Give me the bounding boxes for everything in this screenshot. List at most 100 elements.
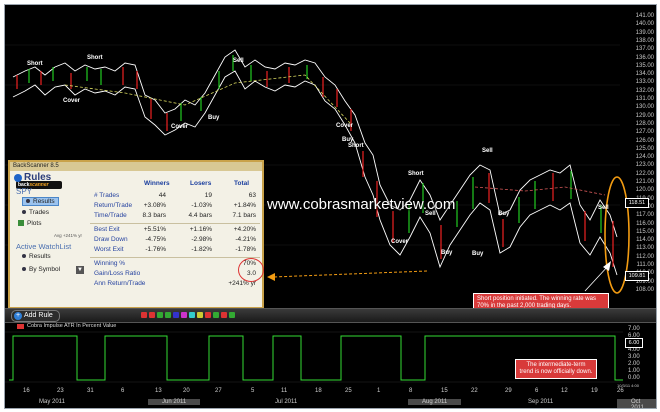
stats-cell: 44 bbox=[158, 192, 166, 199]
date-tick-label: 8 bbox=[409, 388, 413, 394]
rule-chip[interactable] bbox=[173, 312, 179, 318]
date-tick-label: 25 bbox=[345, 388, 352, 394]
backscanner-panel[interactable]: BackScanner 8.5 backscanner Rules SPY Re… bbox=[8, 160, 264, 309]
price-tick-label: 114.00 bbox=[636, 237, 654, 244]
stats-row: Return/Trade +3.08% -1.03% +1.84% bbox=[90, 202, 260, 210]
rule-chip[interactable] bbox=[157, 312, 163, 318]
date-tick-label: 23 bbox=[57, 388, 64, 394]
price-tick-label: 131.00 bbox=[635, 96, 654, 102]
stats-row-label: Draw Down bbox=[94, 236, 128, 243]
rule-chip[interactable] bbox=[221, 312, 227, 318]
date-tick-label: 29 bbox=[505, 388, 512, 394]
rule-toolbar: + Add Rule bbox=[5, 308, 656, 323]
stats-cell: 7.1 bars bbox=[232, 212, 257, 219]
price-tick-label: 122.00 bbox=[635, 170, 654, 177]
indicator-tick-label: 0.00 bbox=[628, 375, 640, 381]
month-label: Sep 2011 bbox=[528, 399, 554, 405]
nav-trades[interactable]: Trades bbox=[22, 209, 49, 216]
price-tick-label: 130.00 bbox=[635, 104, 654, 111]
rule-chip[interactable] bbox=[229, 312, 235, 318]
rule-chip[interactable] bbox=[197, 312, 203, 318]
indicator-tick-label: 2.00 bbox=[628, 361, 640, 367]
stats-cell: -2.98% bbox=[191, 236, 212, 243]
divider bbox=[90, 223, 260, 224]
date-tick-label: 20 bbox=[183, 388, 190, 394]
price-tick-label: 115.00 bbox=[636, 228, 654, 235]
price-tick-label: 136.00 bbox=[635, 54, 654, 61]
add-rule-button[interactable]: + Add Rule bbox=[11, 310, 60, 322]
stats-row: Time/Trade 8.3 bars 4.4 bars 7.1 bars bbox=[90, 212, 260, 220]
signal-label: Short bbox=[348, 143, 364, 149]
signal-label: Cover bbox=[171, 124, 189, 130]
signal-label: Sell bbox=[482, 148, 493, 154]
rule-chip[interactable] bbox=[213, 312, 219, 318]
indicator-chart[interactable] bbox=[5, 322, 656, 390]
stats-row: # Trades 44 19 63 bbox=[90, 192, 260, 200]
signal-label: Cover bbox=[336, 123, 354, 129]
price-tick-label: 124.00 bbox=[635, 154, 654, 161]
date-tick-label: 5 bbox=[251, 388, 255, 394]
date-tick-label: 6 bbox=[121, 388, 125, 394]
stats-cell: -1.82% bbox=[191, 246, 212, 253]
price-tick-label: 111.00 bbox=[636, 262, 654, 268]
stats-row: Worst Exit -1.76% -1.82% -1.78% bbox=[90, 246, 260, 254]
watchlist-by-symbol[interactable]: By Symbol bbox=[22, 266, 60, 273]
price-tick-label: 113.00 bbox=[636, 245, 654, 252]
watchlist-results[interactable]: Results bbox=[22, 253, 51, 260]
nav-results[interactable]: Results bbox=[22, 197, 59, 206]
indicator-tick-label: 3.00 bbox=[628, 354, 640, 360]
indicator-tick-label: 7.00 bbox=[628, 326, 640, 332]
summary-label: Gain/Loss Ratio bbox=[94, 270, 141, 277]
price-box-upper: 118.51 bbox=[625, 198, 649, 208]
signal-label: Buy bbox=[208, 115, 220, 121]
date-tick-label: 13 bbox=[155, 388, 162, 394]
column-header: Losers bbox=[190, 180, 212, 187]
stats-row-label: # Trades bbox=[94, 192, 120, 199]
price-tick-label: 132.00 bbox=[635, 87, 654, 94]
rules-icon bbox=[14, 174, 22, 182]
rule-chip[interactable] bbox=[189, 312, 195, 318]
month-label: Jul 2011 bbox=[275, 399, 298, 405]
date-tick-label: 19 bbox=[591, 388, 598, 394]
price-tick-label: 134.00 bbox=[635, 71, 654, 78]
price-box-lower: 109.81 bbox=[625, 271, 649, 281]
rule-chip[interactable] bbox=[149, 312, 155, 318]
signal-label: Short bbox=[87, 55, 103, 61]
summary-row: Winning % 70% bbox=[90, 260, 260, 268]
signal-label: Buy bbox=[472, 251, 484, 257]
panel-title: BackScanner 8.5 bbox=[10, 162, 262, 171]
rule-chip[interactable] bbox=[165, 312, 171, 318]
price-tick-label: 123.00 bbox=[635, 162, 654, 169]
stats-row: Draw Down -4.75% -2.98% -4.21% bbox=[90, 236, 260, 244]
date-tick-label: 16 bbox=[23, 388, 30, 394]
price-tick-label: 127.00 bbox=[635, 129, 654, 136]
indicator-legend: Cobra Impulse ATR In Percent Value bbox=[27, 323, 117, 329]
summary-row: Ann Return/Trade +241% yr bbox=[90, 280, 260, 288]
dropdown-arrow-icon[interactable]: ▼ bbox=[76, 266, 84, 274]
date-tick-label: 1 bbox=[377, 388, 381, 394]
stats-row-label: Best Exit bbox=[94, 226, 120, 233]
price-tick-label: 141.00 bbox=[635, 13, 654, 19]
nav-plots[interactable]: Plots bbox=[18, 220, 41, 227]
plots-icon bbox=[18, 220, 24, 227]
rule-chip[interactable] bbox=[181, 312, 187, 318]
price-tick-label: 133.00 bbox=[635, 79, 654, 86]
stats-cell: -4.75% bbox=[145, 236, 166, 243]
price-tick-label: 108.00 bbox=[635, 286, 654, 293]
price-tick-label: 135.00 bbox=[635, 62, 654, 69]
rule-chip[interactable] bbox=[205, 312, 211, 318]
stats-cell: -4.21% bbox=[235, 236, 256, 243]
date-tick-label: 22 bbox=[471, 388, 478, 394]
highlight-circle bbox=[238, 258, 264, 282]
price-tick-label: 140.00 bbox=[635, 21, 654, 28]
rule-chip[interactable] bbox=[141, 312, 147, 318]
divider bbox=[90, 257, 260, 258]
date-tick-label: 18 bbox=[315, 388, 322, 394]
chart-window: www.cobrasmarketview.com 141.00 140.00 139… bbox=[4, 4, 657, 409]
plus-icon: + bbox=[14, 312, 22, 320]
column-header: Total bbox=[234, 180, 250, 187]
signal-label: Buy bbox=[441, 250, 453, 256]
price-tick-label: 128.00 bbox=[635, 120, 654, 127]
stats-cell: +1.16% bbox=[189, 226, 212, 233]
stats-cell: -1.78% bbox=[235, 246, 256, 253]
